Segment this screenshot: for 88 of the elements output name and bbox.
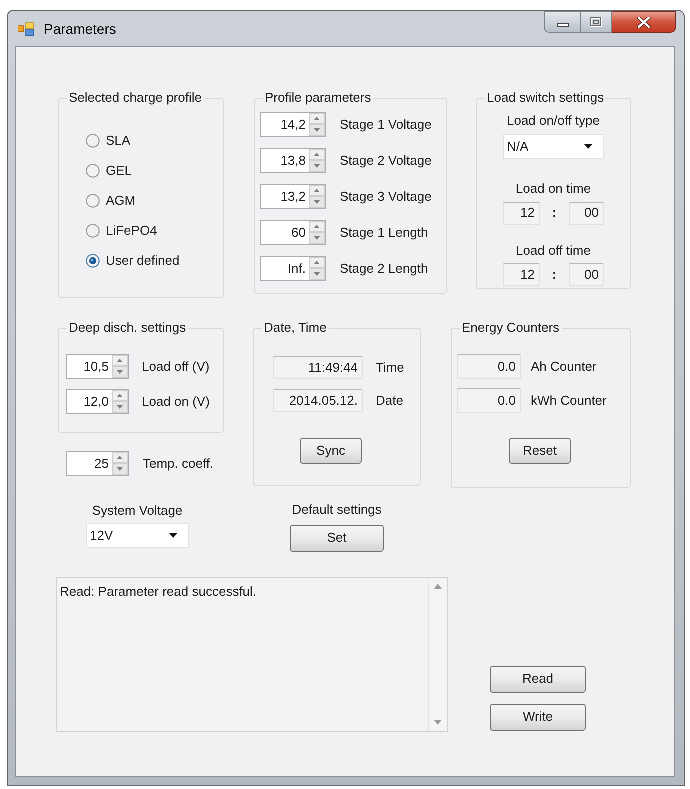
radio-icon[interactable]: [86, 254, 100, 268]
field-label: Stage 3 Voltage: [340, 188, 432, 204]
radio-icon[interactable]: [86, 164, 100, 178]
field-label: Load off (V): [142, 358, 210, 374]
spin-up-icon[interactable]: [112, 390, 128, 401]
radio-icon[interactable]: [86, 224, 100, 238]
spin-up-icon[interactable]: [309, 149, 325, 160]
read-only-field: 11:49:44: [273, 356, 363, 379]
minimize-icon: [556, 23, 568, 27]
radio-icon[interactable]: [86, 134, 100, 148]
close-button[interactable]: [612, 11, 676, 33]
group-title: Load switch settings: [485, 90, 606, 106]
field-label: Default settings: [292, 502, 382, 517]
time-separator: :: [552, 205, 557, 221]
field-label: Stage 1 Length: [340, 224, 428, 240]
read-only-field: 00: [569, 263, 604, 286]
read-only-field: 12: [503, 202, 540, 224]
spin-down-icon[interactable]: [309, 124, 325, 136]
field-label: Date: [376, 392, 404, 408]
number-spinner[interactable]: 13,8: [260, 148, 326, 173]
window-title: Parameters: [44, 20, 116, 38]
field-label: kWh Counter: [531, 392, 607, 408]
spin-up-icon[interactable]: [309, 185, 325, 196]
group-title: Date, Time: [262, 320, 329, 336]
field-label: Temp. coeff.: [143, 456, 214, 472]
log-textbox[interactable]: Read: Parameter read successful.: [56, 576, 448, 732]
spin-up-icon[interactable]: [309, 257, 325, 268]
dropdown[interactable]: 12V: [86, 523, 189, 548]
sync-button[interactable]: Sync: [300, 438, 362, 464]
caret-icon: [584, 144, 593, 149]
radio-option[interactable]: LiFePO4: [86, 222, 223, 240]
spin-up-icon[interactable]: [309, 221, 325, 232]
field-label: Stage 1 Voltage: [340, 116, 432, 132]
spin-down-icon[interactable]: [309, 196, 325, 208]
read-only-field: 0.0: [457, 388, 521, 413]
spin-down-icon[interactable]: [112, 401, 128, 413]
maximize-button[interactable]: [581, 11, 612, 33]
field-label: Time: [376, 360, 404, 376]
set-button[interactable]: Set: [290, 524, 384, 552]
spin-up-icon[interactable]: [112, 355, 128, 366]
read-only-field: 00: [569, 202, 604, 224]
spin-up-icon[interactable]: [309, 113, 325, 124]
caret-icon: [169, 533, 178, 538]
spin-up-icon[interactable]: [112, 452, 128, 463]
close-icon: [636, 16, 650, 28]
number-spinner[interactable]: 25: [66, 451, 129, 476]
radio-option[interactable]: SLA: [86, 132, 223, 150]
group-title: Energy Counters: [460, 320, 562, 336]
read-only-field: 12: [503, 263, 540, 286]
radio-option[interactable]: GEL: [86, 162, 223, 180]
number-spinner[interactable]: 13,2: [260, 184, 326, 209]
number-spinner[interactable]: 10,5: [66, 354, 129, 379]
read-button[interactable]: Read: [490, 666, 586, 692]
number-spinner[interactable]: 14,2: [260, 112, 326, 137]
maximize-icon: [590, 17, 602, 27]
app-icon: [18, 22, 35, 36]
spin-down-icon[interactable]: [112, 463, 128, 475]
radio-icon[interactable]: [86, 194, 100, 208]
field-label: Stage 2 Length: [340, 260, 428, 276]
read-only-field: 0.0: [457, 354, 521, 379]
field-label: System Voltage: [92, 503, 183, 519]
field-label: Load on time: [516, 181, 592, 196]
number-spinner[interactable]: 60: [260, 220, 326, 245]
time-separator: :: [552, 266, 557, 282]
scroll-up-icon[interactable]: [434, 584, 442, 588]
spin-down-icon[interactable]: [112, 366, 128, 378]
minimize-button[interactable]: [544, 11, 581, 33]
spin-down-icon[interactable]: [309, 160, 325, 172]
field-label: Load off time: [516, 242, 591, 258]
field-label: Stage 2 Voltage: [340, 152, 432, 168]
group-title: Deep disch. settings: [67, 320, 188, 336]
radio-option[interactable]: User defined: [86, 252, 223, 270]
dropdown[interactable]: N/A: [503, 134, 604, 159]
group-title: Selected charge profile: [67, 90, 204, 106]
spin-down-icon[interactable]: [309, 232, 325, 244]
read-only-field: 2014.05.12.: [273, 389, 363, 412]
radio-option[interactable]: AGM: [86, 192, 223, 210]
number-spinner[interactable]: Inf.: [260, 256, 326, 281]
group-title: Profile parameters: [263, 90, 374, 106]
spin-down-icon[interactable]: [309, 268, 325, 280]
field-label: Load on (V): [142, 394, 210, 410]
scroll-down-icon[interactable]: [434, 720, 442, 724]
number-spinner[interactable]: 12,0: [66, 389, 129, 414]
reset-button[interactable]: Reset: [509, 438, 571, 464]
write-button[interactable]: Write: [490, 704, 586, 730]
field-label: Load on/off type: [506, 113, 600, 129]
log-message: Read: Parameter read successful.: [60, 584, 257, 598]
field-label: Ah Counter: [531, 358, 597, 374]
